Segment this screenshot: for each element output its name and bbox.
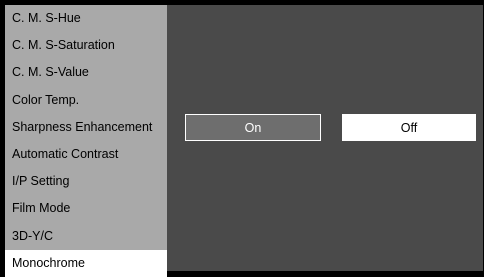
on-button[interactable]: On (185, 114, 321, 141)
settings-menu-list: C. M. S-Hue C. M. S-Saturation C. M. S-V… (5, 5, 167, 277)
menu-item-cms-value[interactable]: C. M. S-Value (5, 59, 167, 86)
menu-item-sharpness-enhancement[interactable]: Sharpness Enhancement (5, 114, 167, 141)
option-panel: On Off (167, 5, 483, 271)
menu-item-ip-setting[interactable]: I/P Setting (5, 168, 167, 195)
osd-menu-screen: C. M. S-Hue C. M. S-Saturation C. M. S-V… (0, 0, 484, 277)
menu-item-3d-yc[interactable]: 3D-Y/C (5, 223, 167, 250)
menu-item-automatic-contrast[interactable]: Automatic Contrast (5, 141, 167, 168)
off-button[interactable]: Off (342, 114, 476, 141)
menu-item-cms-hue[interactable]: C. M. S-Hue (5, 5, 167, 32)
menu-item-monochrome[interactable]: Monochrome (5, 249, 167, 277)
menu-item-film-mode[interactable]: Film Mode (5, 195, 167, 222)
menu-item-color-temp[interactable]: Color Temp. (5, 87, 167, 114)
menu-item-cms-saturation[interactable]: C. M. S-Saturation (5, 32, 167, 59)
